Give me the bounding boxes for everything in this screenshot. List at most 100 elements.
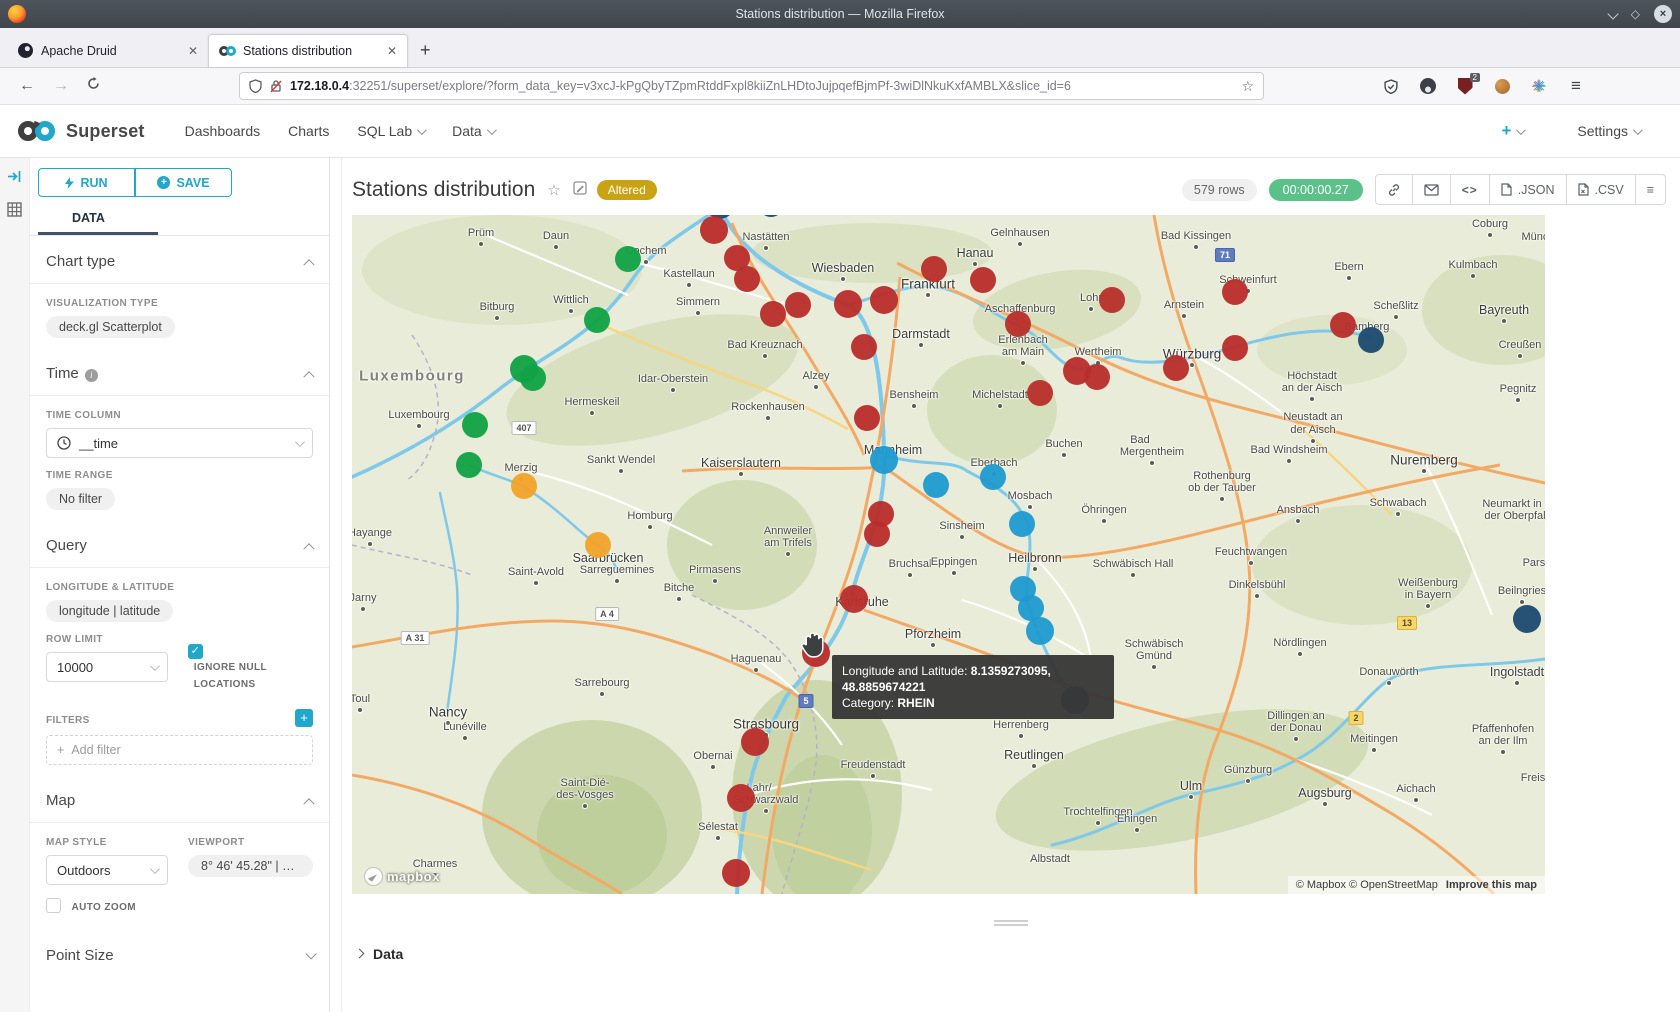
map-point[interactable]: [870, 286, 898, 314]
map-point[interactable]: [921, 256, 947, 282]
map-point[interactable]: [760, 301, 786, 327]
extension-pinwheel-icon[interactable]: ✳: [1530, 77, 1548, 95]
map-point[interactable]: [511, 473, 537, 499]
map-point[interactable]: [980, 464, 1006, 490]
lon-lat-value[interactable]: longitude | latitude: [46, 600, 173, 622]
map-point[interactable]: [870, 446, 898, 474]
deckgl-map[interactable]: PrümDaunCochemNastättenGelnhausenHanauBa…: [352, 215, 1545, 894]
map-point[interactable]: [1222, 335, 1248, 361]
dataset-grid-icon[interactable]: [7, 202, 22, 222]
map-point[interactable]: [700, 216, 728, 244]
map-point[interactable]: [840, 585, 868, 613]
window-maximize-icon[interactable]: ◇: [1631, 7, 1640, 21]
tab-close-icon[interactable]: ✕: [188, 44, 198, 58]
map-point[interactable]: [864, 521, 890, 547]
insecure-lock-icon[interactable]: [270, 79, 282, 93]
map-point[interactable]: [1026, 617, 1054, 645]
add-filter-input[interactable]: + Add filter: [46, 735, 313, 765]
section-map[interactable]: Map: [30, 775, 329, 822]
tab-data[interactable]: DATA: [72, 211, 105, 234]
map-point[interactable]: [584, 307, 610, 333]
map-point[interactable]: [585, 532, 611, 558]
window-close-icon[interactable]: ×: [1654, 5, 1672, 23]
forward-button[interactable]: →: [53, 77, 69, 95]
map-point[interactable]: [1099, 287, 1125, 313]
row-limit-select[interactable]: 10000: [46, 652, 168, 682]
map-point[interactable]: [727, 784, 755, 812]
map-point[interactable]: [1163, 355, 1189, 381]
ignore-null-checkbox[interactable]: ✓: [188, 644, 203, 659]
map-point[interactable]: [520, 365, 546, 391]
share-link-button[interactable]: [1376, 175, 1413, 204]
edit-properties-icon[interactable]: [573, 181, 587, 199]
nav-sql-lab[interactable]: SQL Lab: [357, 123, 424, 139]
time-range-value[interactable]: No filter: [46, 488, 115, 510]
improve-map-link[interactable]: Improve this map: [1446, 879, 1537, 891]
ublock-icon[interactable]: 2: [1456, 77, 1474, 95]
resize-handle[interactable]: [994, 920, 1028, 926]
add-new-button[interactable]: +: [1501, 121, 1523, 141]
map-point[interactable]: [970, 267, 996, 293]
viz-type-value[interactable]: deck.gl Scatterplot: [46, 316, 175, 338]
map-point[interactable]: [456, 452, 482, 478]
back-button[interactable]: ←: [19, 77, 35, 95]
map-point[interactable]: [1513, 605, 1541, 633]
map-point[interactable]: [741, 728, 769, 756]
map-point[interactable]: [615, 246, 641, 272]
section-point-size[interactable]: Point Size: [30, 930, 329, 977]
cookie-icon[interactable]: [1493, 77, 1511, 95]
map-point[interactable]: [851, 334, 877, 360]
map-point[interactable]: [785, 292, 811, 318]
superset-logo[interactable]: Superset: [16, 119, 145, 143]
collapse-panel-icon[interactable]: [7, 170, 22, 188]
time-column-select[interactable]: __time: [46, 428, 313, 458]
auto-zoom-checkbox[interactable]: [46, 898, 61, 913]
data-panel-header[interactable]: Data: [356, 946, 1680, 962]
map-point[interactable]: [1009, 511, 1035, 537]
section-query[interactable]: Query: [30, 520, 329, 567]
url-bar[interactable]: 172.18.0.4 :32251/superset/explore/?form…: [239, 72, 1264, 100]
settings-menu[interactable]: Settings: [1577, 123, 1640, 139]
map-point[interactable]: [462, 412, 488, 438]
map-point[interactable]: [734, 266, 760, 292]
tab-close-icon[interactable]: ✕: [387, 44, 397, 58]
embed-code-button[interactable]: <>: [1451, 175, 1490, 204]
map-point[interactable]: [722, 859, 750, 887]
map-style-select[interactable]: Outdoors: [46, 855, 168, 885]
map-point[interactable]: [1358, 327, 1384, 353]
map-point[interactable]: [1027, 380, 1053, 406]
shield-icon[interactable]: [249, 79, 262, 93]
export-csv-button[interactable]: .CSV: [1567, 175, 1636, 204]
map-point[interactable]: [854, 405, 880, 431]
run-button[interactable]: RUN: [38, 168, 135, 197]
reload-button[interactable]: [87, 77, 100, 95]
menu-hamburger-icon[interactable]: ≡: [1567, 77, 1585, 95]
map-point[interactable]: [834, 290, 862, 318]
save-button[interactable]: + SAVE: [135, 168, 232, 197]
tab-apache-druid[interactable]: Apache Druid ✕: [8, 34, 208, 67]
tab-stations-distribution[interactable]: Stations distribution ✕: [208, 34, 408, 67]
nav-dashboards[interactable]: Dashboards: [185, 123, 261, 139]
map-point[interactable]: [1222, 279, 1248, 305]
nav-charts[interactable]: Charts: [288, 123, 329, 139]
bookmark-star-icon[interactable]: ☆: [1241, 78, 1254, 95]
map-point[interactable]: [1084, 364, 1110, 390]
pocket-shield-icon[interactable]: [1382, 77, 1400, 95]
map-point[interactable]: [1330, 312, 1356, 338]
window-minimize-icon[interactable]: [1609, 7, 1617, 21]
map-point[interactable]: [923, 472, 949, 498]
new-tab-button[interactable]: +: [420, 40, 431, 61]
container-mask-icon[interactable]: [1419, 77, 1437, 95]
section-chart-type[interactable]: Chart type: [30, 236, 329, 283]
viewport-value[interactable]: 8° 46' 45.28" | 49...: [188, 855, 313, 877]
more-menu-button[interactable]: ≡: [1636, 175, 1665, 204]
add-filter-plus-button[interactable]: +: [295, 709, 313, 727]
email-button[interactable]: [1413, 175, 1451, 204]
mapbox-logo[interactable]: mapbox: [364, 867, 440, 886]
map-point[interactable]: [1005, 311, 1031, 337]
favorite-star-icon[interactable]: ☆: [547, 181, 560, 199]
export-json-button[interactable]: .JSON: [1490, 175, 1567, 204]
section-time[interactable]: Timei: [30, 348, 329, 395]
altered-badge[interactable]: Altered: [597, 180, 657, 200]
nav-data[interactable]: Data: [452, 123, 494, 139]
